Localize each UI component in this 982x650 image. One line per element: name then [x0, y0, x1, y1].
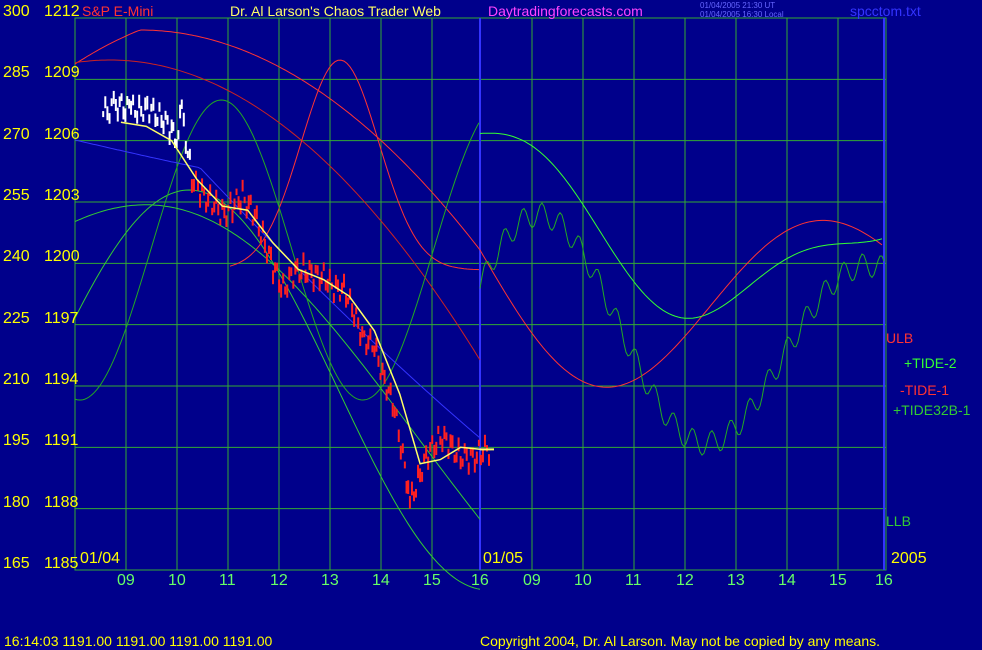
x-tick-label: 09: [523, 572, 541, 589]
copyright-notice: Copyright 2004, Dr. Al Larson. May not b…: [480, 633, 881, 649]
y-tick-label-left: 210: [3, 371, 30, 388]
date-label-left: 01/04: [80, 550, 121, 567]
y-tick-label-price: 1194: [44, 371, 79, 388]
tide32b-forecast: [479, 202, 885, 456]
y-tick-label-price: 1200: [44, 248, 80, 266]
legend-item: -TIDE-1: [900, 382, 949, 398]
y-tick-label-price: 1206: [44, 125, 80, 143]
y-tick-label-price: 1185: [44, 555, 79, 572]
chart-window: S&P E-Mini Dr. Al Larson's Chaos Trader …: [0, 0, 982, 650]
instrument-title: S&P E-Mini: [82, 3, 154, 19]
tide-red-curve: [74, 59, 481, 361]
date-label-middle: 01/05: [483, 550, 524, 567]
site-link[interactable]: Daytradingforecasts.com: [488, 4, 643, 18]
date-label-right: 2005: [891, 550, 927, 567]
tide-green-curve-1: [74, 189, 481, 590]
y-tick-label-left: 165: [3, 555, 30, 572]
x-tick-label: 09: [117, 572, 135, 589]
x-tick-label: 11: [625, 572, 642, 589]
legend-item: +TIDE-2: [904, 355, 957, 371]
y-tick-label-price: 1197: [44, 309, 79, 327]
y-tick-label-left: 255: [3, 187, 30, 204]
y-tick-label-left: 285: [3, 64, 30, 82]
tide-forecast-red: [479, 219, 883, 388]
y-tick-label-price: 1188: [44, 493, 79, 511]
x-tick-label: 10: [168, 572, 186, 589]
legend-item: +TIDE32B-1: [893, 402, 971, 418]
x-tick-label: 11: [219, 572, 236, 589]
legend-item: ULB: [886, 330, 914, 346]
grid-lines: [74, 17, 887, 571]
price-bars: [102, 90, 491, 509]
y-tick-label-price: 1203: [44, 187, 80, 204]
x-tick-label: 15: [423, 572, 441, 589]
y-tick-label-price: 1209: [44, 64, 80, 82]
legend-item: LLB: [886, 513, 911, 529]
chart-title: Dr. Al Larson's Chaos Trader Web: [230, 3, 441, 19]
data-filename: spcctom.txt: [850, 3, 921, 19]
y-tick-label-left: 240: [3, 248, 30, 266]
upper-limit-band-curve: [74, 29, 481, 251]
y-tick-label-left: 195: [3, 432, 30, 450]
ut-timestamp: 01/04/2005 21:30 UT: [700, 1, 776, 10]
x-tick-label: 12: [676, 572, 694, 589]
x-tick-label: 14: [372, 572, 390, 589]
x-tick-label: 13: [321, 572, 339, 589]
y-tick-label-left: 180: [3, 493, 30, 511]
y-tick-label-price: 1212: [44, 3, 80, 20]
blue-projection-line: [74, 139, 481, 439]
y-tick-label-left: 270: [3, 125, 30, 143]
last-quote: 16:14:03 1191.00 1191.00 1191.00 1191.00: [4, 633, 273, 649]
tide32b-curve: [74, 99, 480, 401]
y-tick-label-left: 225: [3, 309, 30, 327]
x-tick-label: 16: [875, 572, 893, 589]
x-tick-label: 10: [574, 572, 592, 589]
local-timestamp: 01/04/2005 16:30 Local: [700, 10, 784, 19]
x-tick-label: 13: [727, 572, 745, 589]
x-tick-label: 12: [270, 572, 288, 589]
x-tick-label: 16: [471, 572, 489, 589]
y-tick-label-price: 1191: [44, 432, 79, 450]
x-tick-label: 14: [778, 572, 796, 589]
x-tick-label: 15: [829, 572, 847, 589]
y-tick-label-left: 300: [3, 3, 30, 20]
